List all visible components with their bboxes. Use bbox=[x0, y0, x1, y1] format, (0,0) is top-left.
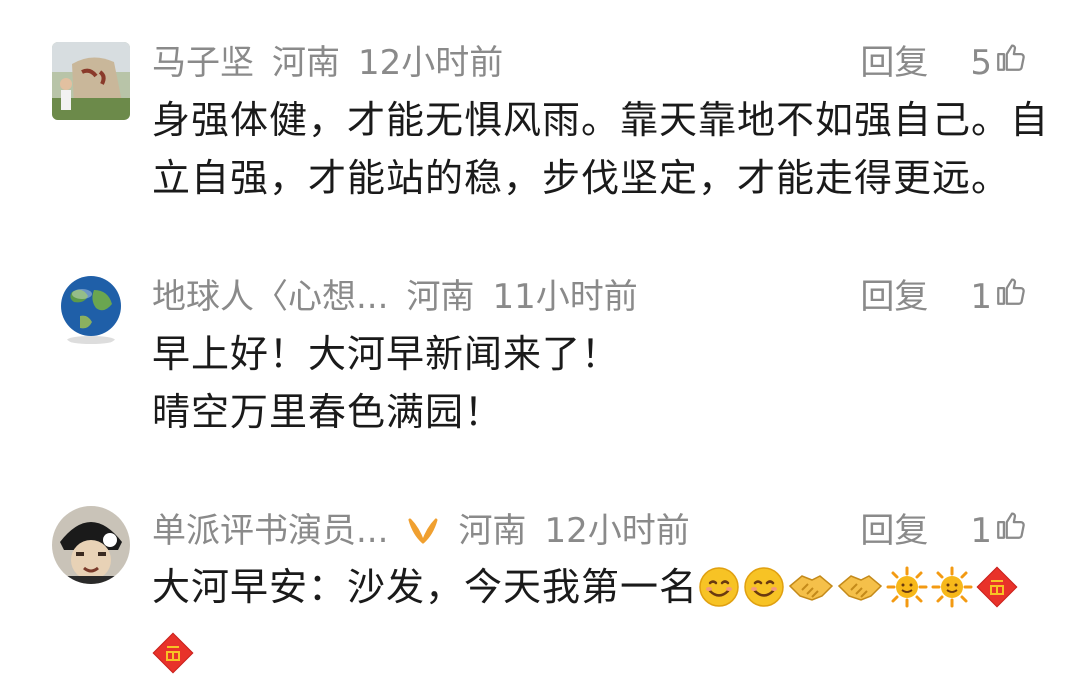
vip-badge-icon bbox=[406, 510, 440, 560]
like-count: 1 bbox=[970, 511, 992, 551]
comment-line: 大河早安：沙发，今天我第一名 bbox=[152, 558, 1032, 624]
sun-emoji-icon bbox=[931, 566, 973, 624]
location: 河南 bbox=[458, 511, 527, 551]
thumbs-up-icon[interactable] bbox=[994, 506, 1028, 556]
reply-button[interactable]: 回复 bbox=[860, 506, 928, 556]
smile-emoji-icon bbox=[698, 566, 740, 624]
comment-line bbox=[152, 624, 1032, 690]
comment-line-text: 大河早安：沙发，今天我第一名 bbox=[152, 565, 699, 609]
username[interactable]: 单派评书演员... bbox=[152, 511, 388, 551]
smile-emoji-icon bbox=[743, 566, 785, 624]
sun-emoji-icon bbox=[886, 566, 928, 624]
fu-emoji-icon bbox=[152, 632, 194, 690]
handshake-emoji-icon bbox=[837, 566, 883, 624]
fu-emoji-icon bbox=[976, 566, 1018, 624]
comment-meta: 单派评书演员... 河南 12小时前 bbox=[152, 506, 708, 556]
timestamp: 12小时前 bbox=[544, 511, 690, 551]
comment-item: 单派评书演员... 河南 12小时前 回复 1 大河早安：沙发，今天我第一名 bbox=[0, 0, 1080, 693]
comment-text: 大河早安：沙发，今天我第一名 bbox=[152, 558, 1032, 690]
avatar[interactable] bbox=[52, 506, 130, 584]
comment-actions: 回复 1 bbox=[860, 506, 1028, 556]
handshake-emoji-icon bbox=[788, 566, 834, 624]
